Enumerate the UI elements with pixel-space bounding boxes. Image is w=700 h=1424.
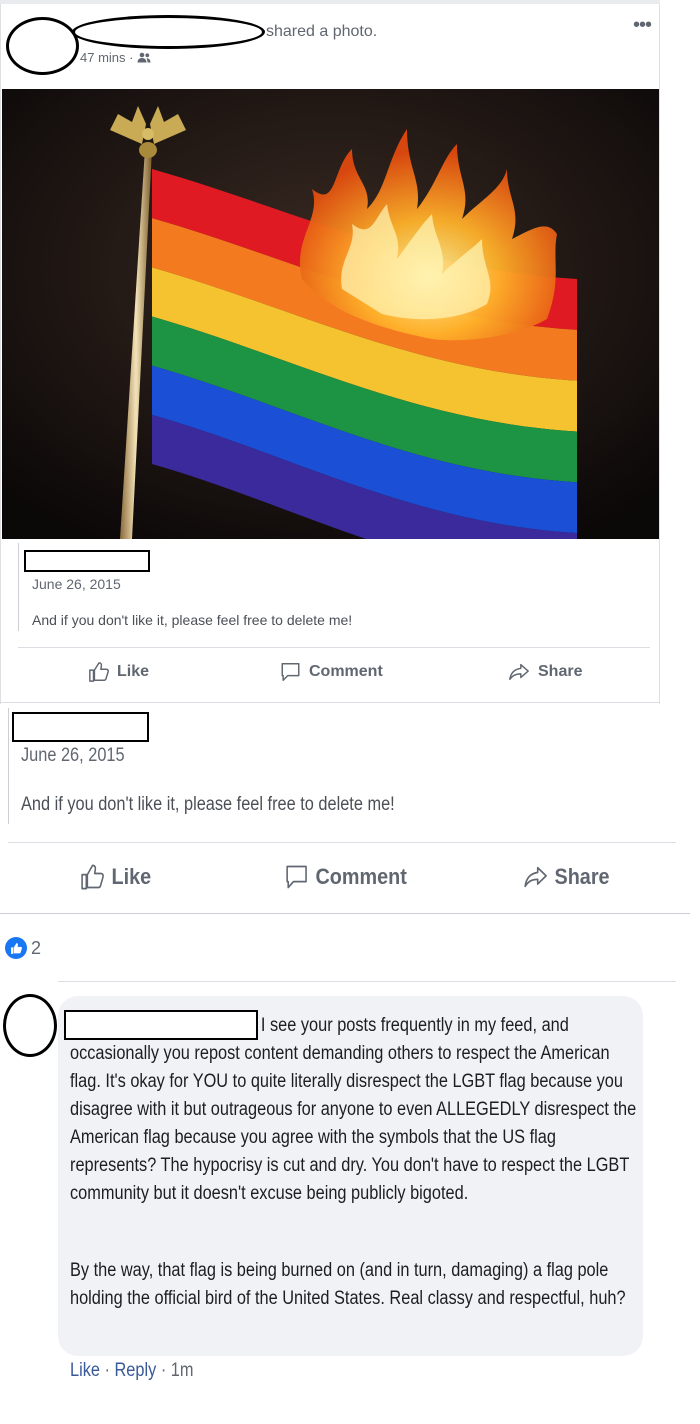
divider [8, 842, 676, 843]
comment-button-large[interactable]: Comment [284, 862, 407, 892]
comment-paragraph-2: By the way, that flag is being burned on… [70, 1260, 626, 1309]
shared-author-redacted-large[interactable] [12, 712, 149, 742]
like-label: Like [111, 864, 152, 889]
like-button[interactable]: Like [88, 661, 149, 683]
thumbs-up-icon [81, 864, 104, 890]
reaction-count[interactable]: 2 [31, 938, 41, 959]
shared-post-text-large: And if you don't like it, please feel fr… [21, 794, 395, 815]
divider [0, 702, 660, 703]
divider [18, 647, 650, 648]
shared-post-date[interactable]: June 26, 2015 [32, 576, 121, 592]
comment-like-link[interactable]: Like [70, 1360, 100, 1381]
comment-meta: Like · Reply · 1m [70, 1360, 194, 1381]
comment-time[interactable]: 1m [171, 1360, 194, 1381]
author-avatar-redacted[interactable] [6, 17, 79, 75]
author-name-redacted[interactable] [72, 15, 265, 49]
comment-reply-link[interactable]: Reply [115, 1360, 157, 1381]
like-label: Like [117, 663, 150, 680]
share-label: Share [538, 663, 583, 680]
comment-paragraph-1: I see your posts frequently in my feed, … [70, 1015, 637, 1204]
thumbs-up-icon [89, 662, 109, 682]
comment-button[interactable]: Comment [279, 661, 383, 683]
share-label: Share [554, 864, 610, 889]
friends-audience-icon [137, 52, 151, 63]
comment-bubble-icon [281, 663, 300, 681]
divider [0, 913, 690, 914]
shared-post-text: And if you don't like it, please feel fr… [32, 612, 353, 628]
comment-label: Comment [309, 663, 383, 680]
burning-rainbow-flag-image [2, 89, 659, 539]
comment-bubble-icon [286, 865, 307, 889]
share-button[interactable]: Share [507, 661, 582, 683]
comment-label: Comment [315, 864, 407, 889]
more-options-icon[interactable]: ••• [633, 14, 652, 37]
shared-post-date-large[interactable]: June 26, 2015 [21, 745, 125, 767]
shared-author-redacted[interactable] [24, 550, 150, 572]
shared-post-border [8, 708, 9, 824]
share-arrow-icon [509, 663, 529, 681]
like-reaction-icon[interactable] [5, 937, 27, 959]
shared-photo-text: shared a photo. [266, 23, 378, 40]
share-button-large[interactable]: Share [523, 862, 610, 892]
post-timestamp[interactable]: 47 mins · [80, 50, 151, 65]
like-button-large[interactable]: Like [80, 862, 151, 892]
commenter-avatar-redacted[interactable] [3, 994, 57, 1057]
post-photo[interactable] [2, 89, 659, 539]
share-arrow-icon [524, 866, 547, 888]
divider [58, 981, 676, 982]
